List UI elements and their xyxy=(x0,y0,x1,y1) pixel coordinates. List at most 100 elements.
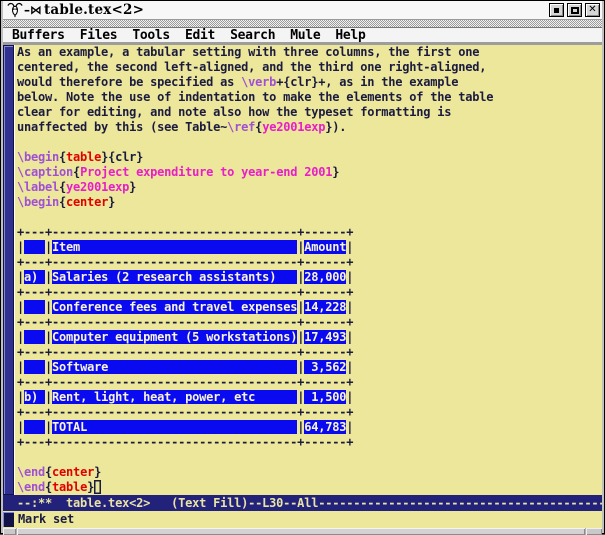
table-cell: 17,493 xyxy=(304,330,346,344)
text-segment: | xyxy=(45,270,52,284)
text-segment: | xyxy=(45,420,52,434)
text-segment: | xyxy=(17,270,24,284)
menu-item-mule[interactable]: Mule xyxy=(290,28,320,43)
text-segment: } xyxy=(129,180,136,194)
buffer-line: | |Computer equipment (5 workstations)|1… xyxy=(17,330,602,345)
buffer-line: +---+-----------------------------------… xyxy=(17,315,602,330)
maximize-icon xyxy=(571,7,579,14)
window-title-bar[interactable]: –⋈ table.tex<2> ✕ xyxy=(3,1,602,20)
text-segment: \verb xyxy=(241,75,276,89)
menu-bar: Buffers Files Tools Edit Search Mule Help xyxy=(3,28,602,45)
buffer-line: below. Note the use of indentation to ma… xyxy=(17,90,602,105)
maximize-button[interactable] xyxy=(567,3,582,17)
close-icon: ✕ xyxy=(588,5,596,15)
table-cell: Item xyxy=(52,240,297,254)
gnu-emacs-icon xyxy=(6,2,24,18)
text-segment: \end xyxy=(17,480,45,494)
text-segment: { xyxy=(45,465,52,479)
buffer-line: \end{table} xyxy=(17,480,602,495)
buffer-line: \begin{center} xyxy=(17,195,602,210)
table-cell: 3,562 xyxy=(304,360,346,374)
text-segment: center xyxy=(52,465,94,479)
text-segment: would therefore be specified as xyxy=(17,75,241,89)
text-segment: | xyxy=(17,300,24,314)
text-segment: +{clr}+, as in the example xyxy=(276,75,458,89)
text-segment: \begin xyxy=(17,195,59,209)
table-cell: b) xyxy=(24,390,45,404)
buffer-line xyxy=(17,135,602,150)
close-button[interactable]: ✕ xyxy=(585,3,600,17)
menu-item-buffers[interactable]: Buffers xyxy=(12,28,65,43)
buffer-line: +---+-----------------------------------… xyxy=(17,225,602,240)
buffer-line: |b) |Rent, light, heat, power, etc | 1,5… xyxy=(17,390,602,405)
text-segment: | xyxy=(17,360,24,374)
minibuffer-message: Mark set xyxy=(18,512,74,527)
buffer-line xyxy=(17,450,602,465)
menu-item-edit[interactable]: Edit xyxy=(185,28,215,43)
buffer-line: would therefore be specified as \verb+{c… xyxy=(17,75,602,90)
buffer-line: +---+-----------------------------------… xyxy=(17,435,602,450)
table-cell: 14,228 xyxy=(304,300,346,314)
text-segment: | xyxy=(45,330,52,344)
buffer-line: +---+-----------------------------------… xyxy=(17,375,602,390)
text-segment: } xyxy=(108,195,115,209)
text-segment: +---+-----------------------------------… xyxy=(17,225,353,239)
text-segment: As an example, a tabular setting with th… xyxy=(17,45,479,59)
text-segment: { xyxy=(59,180,66,194)
text-segment: center xyxy=(66,195,108,209)
menu-item-tools[interactable]: Tools xyxy=(132,28,170,43)
table-cell: Salaries (2 research assistants) xyxy=(52,270,297,284)
table-cell: Amount xyxy=(304,240,346,254)
window-title: table.tex<2> xyxy=(44,2,144,18)
buffer-line: +---+-----------------------------------… xyxy=(17,405,602,420)
text-segment: | xyxy=(17,420,24,434)
text-segment: ye2001exp xyxy=(66,180,129,194)
text-segment: } xyxy=(332,165,339,179)
menu-item-search[interactable]: Search xyxy=(230,28,275,43)
text-segment: | xyxy=(17,330,24,344)
text-segment: | xyxy=(17,240,24,254)
table-cell: Conference fees and travel expenses xyxy=(52,300,297,314)
text-segment: +---+-----------------------------------… xyxy=(17,405,353,419)
buffer-text-area[interactable]: As an example, a tabular setting with th… xyxy=(15,45,602,495)
buffer-line: clear for editing, and note also how the… xyxy=(17,105,602,120)
text-segment: centered, the second left-aligned, and t… xyxy=(17,60,486,74)
text-segment: \ref xyxy=(227,120,255,134)
text-segment: | xyxy=(346,360,353,374)
text-segment: } xyxy=(94,465,101,479)
menu-item-files[interactable]: Files xyxy=(80,28,118,43)
buffer-line: unaffected by this (see Table~\ref{ye200… xyxy=(17,120,602,135)
table-cell: 28,000 xyxy=(304,270,346,284)
text-segment: \begin xyxy=(17,150,59,164)
minimize-button[interactable] xyxy=(549,3,564,17)
text-segment: | xyxy=(346,330,353,344)
minibuffer[interactable]: Mark set xyxy=(3,511,602,528)
title-mark: –⋈ xyxy=(24,3,42,17)
text-segment: | xyxy=(346,270,353,284)
text-segment: \caption xyxy=(17,165,73,179)
buffer-line: | |TOTAL |64,783| xyxy=(17,420,602,435)
text-segment: | xyxy=(17,390,24,404)
text-segment: +---+-----------------------------------… xyxy=(17,345,353,359)
menu-item-help[interactable]: Help xyxy=(335,28,365,43)
minibuffer-scrollbar-block xyxy=(3,512,14,527)
buffer-line: |a) |Salaries (2 research assistants) |2… xyxy=(17,270,602,285)
text-segment: | xyxy=(346,300,353,314)
window-controls: ✕ xyxy=(549,3,600,17)
table-cell: 1,500 xyxy=(304,390,346,404)
buffer-line: \begin{table}{clr} xyxy=(17,150,602,165)
text-segment: +---+-----------------------------------… xyxy=(17,375,353,389)
text-segment: table xyxy=(66,150,101,164)
buffer-line: | |Conference fees and travel expenses|1… xyxy=(17,300,602,315)
table-cell: Computer equipment (5 workstations) xyxy=(52,330,297,344)
text-segment: | xyxy=(45,240,52,254)
text-segment: }{clr} xyxy=(101,150,143,164)
frame-content: As an example, a tabular setting with th… xyxy=(3,45,602,495)
vertical-scrollbar[interactable] xyxy=(3,45,15,495)
table-cell xyxy=(24,360,45,374)
text-segment: { xyxy=(45,480,52,494)
scrollbar-thumb[interactable] xyxy=(4,46,13,494)
table-cell: Software xyxy=(52,360,297,374)
buffer-line xyxy=(17,210,602,225)
buffer-line: \end{center} xyxy=(17,465,602,480)
